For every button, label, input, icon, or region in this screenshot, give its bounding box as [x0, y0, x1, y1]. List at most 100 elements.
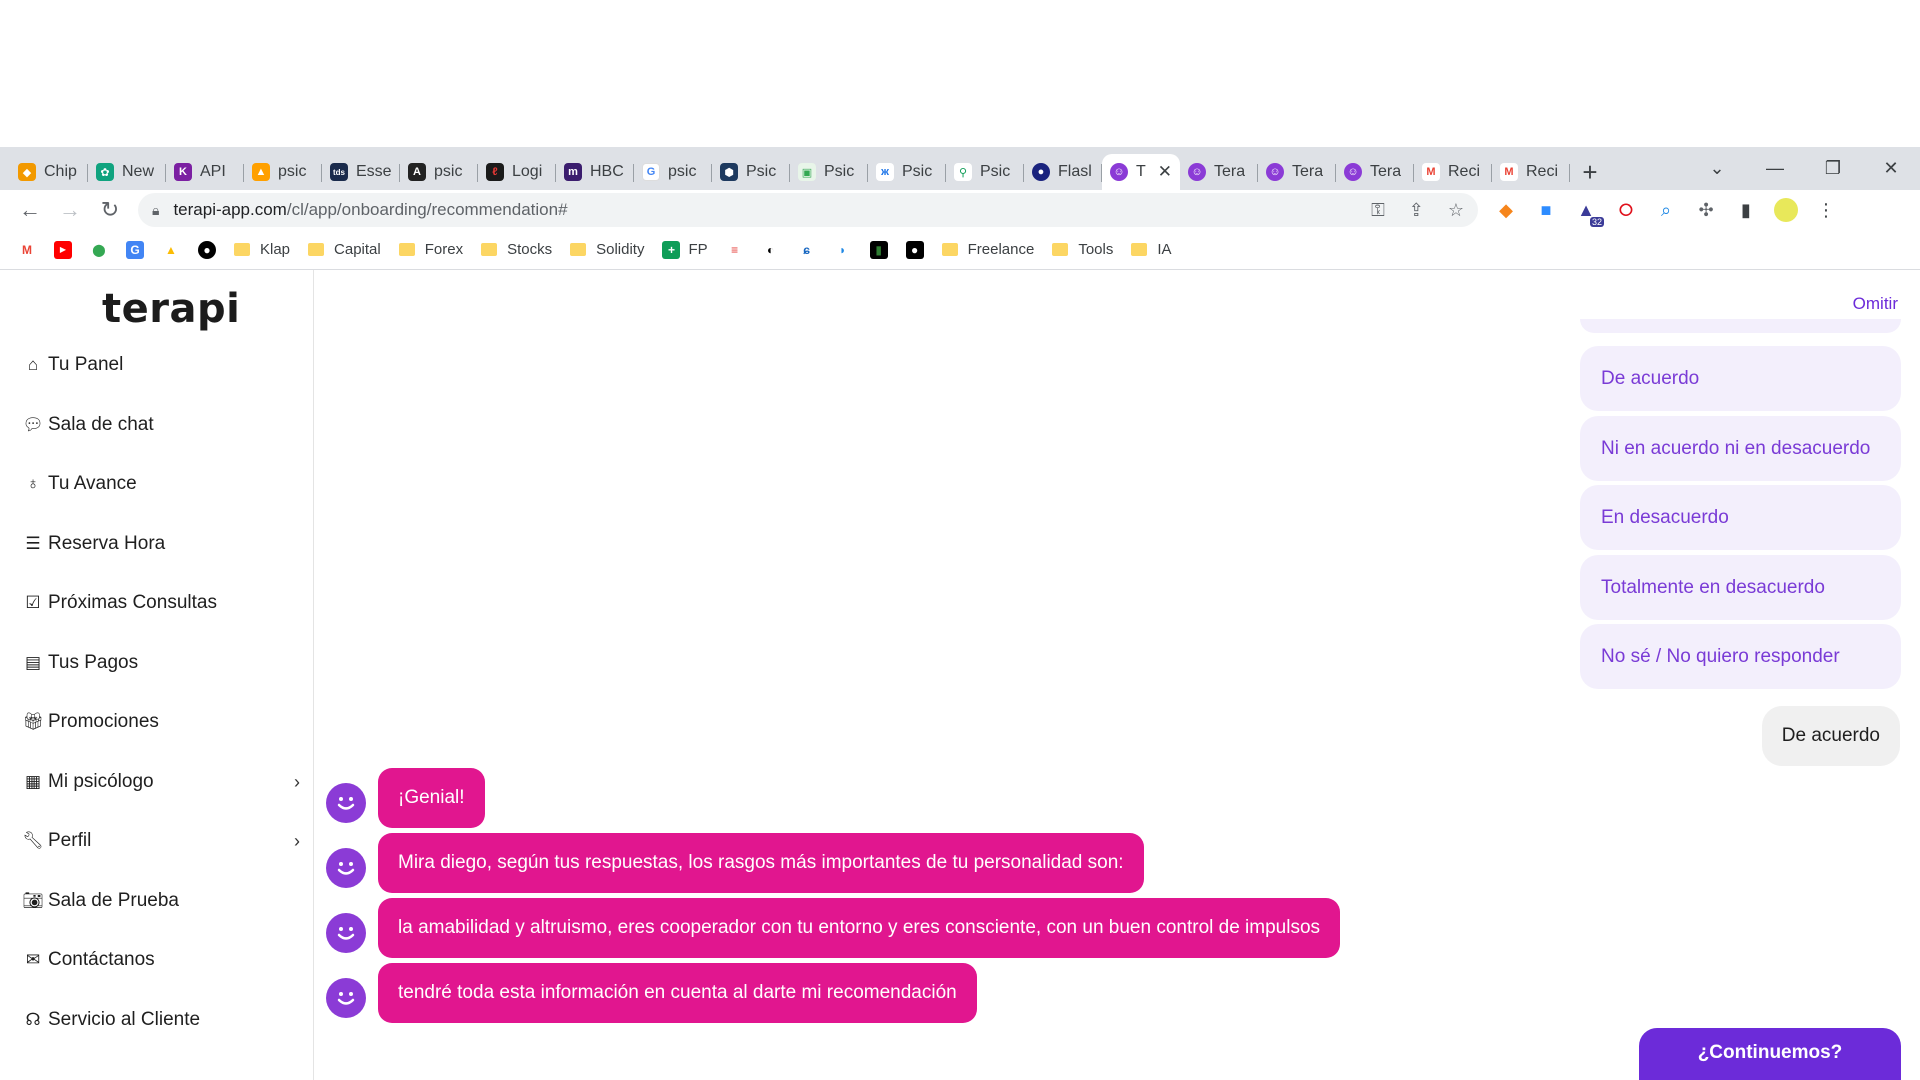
sidebar-item-perfil[interactable]: 🔧︎ Perfil ›: [22, 830, 300, 852]
browser-tab[interactable]: ✿ New: [88, 154, 166, 190]
browser-tab[interactable]: ◆ Chip: [10, 154, 88, 190]
sidebar-item-mi-psicologo[interactable]: ▦ Mi psicólogo ›: [22, 771, 300, 793]
bookmark-folder-stocks[interactable]: Stocks: [481, 241, 552, 258]
sidebar-item-proximas-consultas[interactable]: ☑ Próximas Consultas: [22, 592, 300, 614]
sidepanel-icon[interactable]: ▮: [1726, 193, 1766, 227]
tab-title: Tera: [1292, 163, 1324, 180]
share-icon[interactable]: ⇪: [1409, 200, 1424, 221]
menu-icon[interactable]: ⋮: [1806, 193, 1846, 227]
award-icon: ♁: [26, 474, 40, 493]
browser-tab[interactable]: tds Esse: [322, 154, 400, 190]
profile-avatar[interactable]: [1766, 193, 1806, 227]
folder-icon: [1052, 243, 1069, 256]
bookmark-folder-tools[interactable]: Tools: [1052, 241, 1113, 258]
key-icon[interactable]: ⚿: [1371, 200, 1385, 221]
sidebar-item-sala-de-chat[interactable]: 💬︎ Sala de chat: [22, 414, 300, 436]
browser-tab[interactable]: ☺ Tera: [1180, 154, 1258, 190]
sidebar-item-label: Tu Avance: [48, 473, 137, 494]
sidebar-item-tu-panel[interactable]: ⌂ Tu Panel: [22, 354, 300, 376]
bookmark-folder-klap[interactable]: Klap: [234, 241, 290, 258]
url-text[interactable]: terapi-app.com/cl/app/onboarding/recomme…: [173, 200, 1347, 220]
answer-option[interactable]: Ni en acuerdo ni en desacuerdo: [1580, 416, 1901, 481]
answer-option[interactable]: En desacuerdo: [1580, 485, 1901, 550]
bookmark-folder-forex[interactable]: Forex: [398, 241, 463, 258]
chevron-right-icon: ›: [294, 771, 300, 792]
close-tab-icon[interactable]: ✕: [1158, 162, 1172, 182]
smiley-avatar-icon: [326, 913, 366, 953]
bookmark-folder-capital[interactable]: Capital: [308, 241, 381, 258]
drive-bookmark-icon[interactable]: ▲: [162, 241, 180, 259]
back-icon[interactable]: ←: [10, 193, 50, 227]
answer-option[interactable]: Totalmente en desacuerdo: [1580, 555, 1901, 620]
opera-icon[interactable]: ⭘: [1606, 193, 1646, 227]
puzzle-icon[interactable]: ✣: [1686, 193, 1726, 227]
browser-tab[interactable]: ⬢ Psic: [712, 154, 790, 190]
sidebar-item-tus-pagos[interactable]: ▤ Tus Pagos: [22, 652, 300, 674]
angular-icon: A: [408, 163, 426, 181]
browser-tab[interactable]: Gpsic: [634, 154, 712, 190]
restore-icon[interactable]: ❐: [1804, 147, 1862, 190]
browser-tab-active[interactable]: ☺ T ✕: [1102, 154, 1180, 190]
bookmark-folder-freelance[interactable]: Freelance: [941, 241, 1034, 258]
zoom-icon[interactable]: ■: [1526, 193, 1566, 227]
reload-icon[interactable]: ↻: [90, 193, 130, 227]
metamask-icon[interactable]: ◆: [1486, 193, 1526, 227]
sidebar-item-sala-de-prueba[interactable]: 📷︎ Sala de Prueba: [22, 890, 300, 912]
bookmark-folder-ia[interactable]: IA: [1131, 241, 1172, 258]
tab-title: Logi: [512, 163, 543, 180]
chart-bookmark-icon[interactable]: ▮: [869, 240, 888, 259]
bot-message: Mira diego, según tus respuestas, los ra…: [378, 833, 1144, 893]
option-previous[interactable]: [1580, 319, 1901, 333]
youtube-bookmark-icon[interactable]: ▶: [54, 240, 72, 259]
coin-bookmark-icon[interactable]: ◐: [762, 241, 780, 259]
browser-tab[interactable]: ℓ Logi: [478, 154, 556, 190]
edge-bookmark-icon[interactable]: ɕ: [798, 241, 816, 259]
tab-search-icon[interactable]: ⌄: [1688, 147, 1746, 190]
star-icon[interactable]: ☆: [1448, 200, 1464, 221]
close-window-icon[interactable]: ✕: [1862, 147, 1920, 190]
gmail-bookmark-icon[interactable]: M: [18, 241, 36, 259]
browser-tab[interactable]: ☺ Tera: [1336, 154, 1414, 190]
browser-tab[interactable]: ☺ Tera: [1258, 154, 1336, 190]
terapi-icon: ☺: [1266, 163, 1284, 181]
sidebar-item-reserva-hora[interactable]: ☰ Reserva Hora: [22, 533, 300, 555]
address-bar[interactable]: 🔒︎ terapi-app.com/cl/app/onboarding/reco…: [138, 193, 1478, 227]
browser-tab[interactable]: Apsic: [400, 154, 478, 190]
medium-bookmark-icon[interactable]: ●: [905, 240, 924, 259]
bookmark-fp[interactable]: + FP: [662, 240, 708, 259]
shield-icon: ◆: [18, 163, 36, 181]
sidebar-item-contactanos[interactable]: ✉ Contáctanos: [22, 949, 300, 971]
new-tab-button[interactable]: +: [1570, 154, 1610, 190]
answer-option[interactable]: De acuerdo: [1580, 346, 1901, 411]
graduation-cap-icon[interactable]: ▲ 32: [1566, 193, 1606, 227]
browser-tab[interactable]: ▲ psic: [244, 154, 322, 190]
browser-tab[interactable]: M Reci: [1414, 154, 1492, 190]
browser-tab[interactable]: ● Flasl: [1024, 154, 1102, 190]
envelope-icon: ✉: [25, 950, 41, 969]
skip-link[interactable]: Omitir: [1853, 294, 1898, 314]
magnifier-icon[interactable]: ⌕: [1646, 193, 1686, 227]
browser-tab[interactable]: ж Psic: [868, 154, 946, 190]
stack-bookmark-icon[interactable]: ≡: [726, 241, 744, 259]
bookmark-folder-solidity[interactable]: Solidity: [570, 241, 644, 258]
sidebar-item-promociones[interactable]: 🎁︎ Promociones: [22, 711, 300, 733]
maps-bookmark-icon[interactable]: ⬤: [90, 241, 108, 259]
browser-tab[interactable]: m HBC: [556, 154, 634, 190]
list-icon: ☰: [25, 534, 41, 553]
terapi-logo[interactable]: terapi: [102, 286, 240, 332]
browser-tab[interactable]: ▣ Psic: [790, 154, 868, 190]
github-bookmark-icon[interactable]: ●: [198, 240, 216, 259]
minimize-icon[interactable]: —: [1746, 147, 1804, 190]
continue-button[interactable]: ¿Continuemos?: [1639, 1028, 1901, 1080]
dex-bookmark-icon[interactable]: ◗: [834, 241, 852, 259]
forward-icon[interactable]: →: [50, 193, 90, 227]
sidebar-item-servicio-al-cliente[interactable]: ☊ Servicio al Cliente: [22, 1009, 300, 1031]
sidebar-item-tu-avance[interactable]: ♁ Tu Avance: [22, 473, 300, 495]
browser-tab[interactable]: ⚲ Psic: [946, 154, 1024, 190]
bookmark-label: Solidity: [596, 241, 645, 258]
answer-option[interactable]: No sé / No quiero responder: [1580, 624, 1901, 689]
url-host: terapi-app.com: [173, 200, 287, 219]
browser-tab[interactable]: M Reci: [1492, 154, 1570, 190]
translate-bookmark-icon[interactable]: G: [126, 240, 144, 259]
browser-tab[interactable]: K API: [166, 154, 244, 190]
